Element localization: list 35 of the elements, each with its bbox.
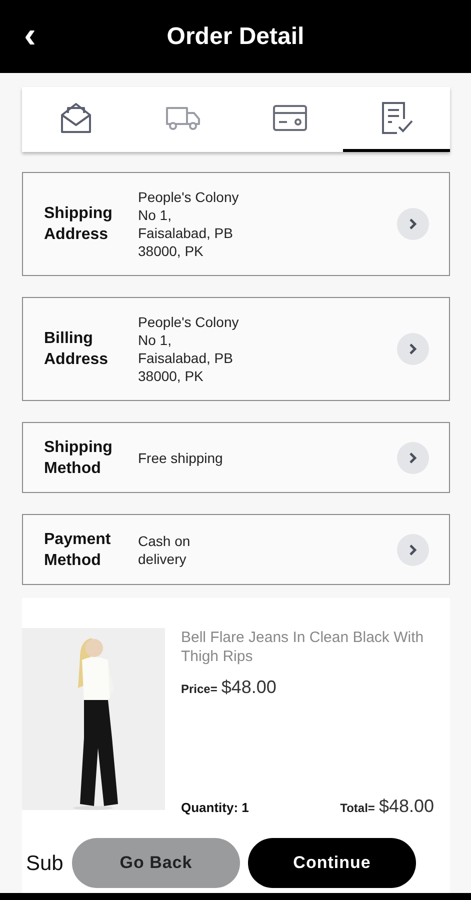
window-title: Order Detail <box>166 22 304 52</box>
credit-card-icon <box>272 105 306 131</box>
chevron-right-icon <box>409 452 417 464</box>
chevron-button[interactable] <box>397 333 429 365</box>
checklist-icon <box>380 101 414 135</box>
chevron-right-icon <box>409 343 417 355</box>
envelope-icon <box>58 101 92 135</box>
chevron-button[interactable] <box>397 534 429 566</box>
info-card[interactable]: Shipping Method Free shipping <box>22 422 450 493</box>
section-value: Free shipping <box>138 448 224 466</box>
chevron-button[interactable] <box>397 208 429 240</box>
section-value: People's Colony No 1, Faisalabad, PB 38000, PK <box>138 313 240 385</box>
total-value: $48.00 <box>378 795 434 818</box>
section-label: Shipping Address <box>44 204 114 245</box>
info-card[interactable]: Shipping Address People's Colony No 1, Faisalabad, PB 38000, PK <box>22 172 450 276</box>
section-label: Billing Address <box>44 329 110 370</box>
info-card[interactable]: Billing Address People's Colony No 1, Faisalabad, PB 38000, PK <box>22 297 450 401</box>
subtotal-label: Sub <box>26 852 64 876</box>
go-back-button[interactable]: Go Back <box>72 838 240 888</box>
chevron-button[interactable] <box>397 442 429 474</box>
product-name: Bell Flare Jeans In Clean Black With Thigh Rips <box>181 628 425 666</box>
section-value: People's Colony No 1, Faisalabad, PB 38000, PK <box>138 188 240 260</box>
chevron-right-icon <box>409 218 417 230</box>
section-label: Shipping Method <box>44 438 114 478</box>
total-label: Total= <box>340 800 375 817</box>
section-label: Payment Method <box>44 530 112 570</box>
quantity-text: Quantity: 1 <box>181 799 249 817</box>
continue-button[interactable]: Continue <box>248 838 416 888</box>
price-label: Price= <box>181 681 218 698</box>
price-value: $48.00 <box>221 676 276 699</box>
info-card[interactable]: Payment Method Cash on delivery <box>22 514 450 585</box>
section-value: Cash on delivery <box>138 532 192 568</box>
back-button[interactable]: ‹ <box>18 17 42 53</box>
chevron-right-icon <box>409 544 417 556</box>
truck-icon <box>164 105 200 131</box>
